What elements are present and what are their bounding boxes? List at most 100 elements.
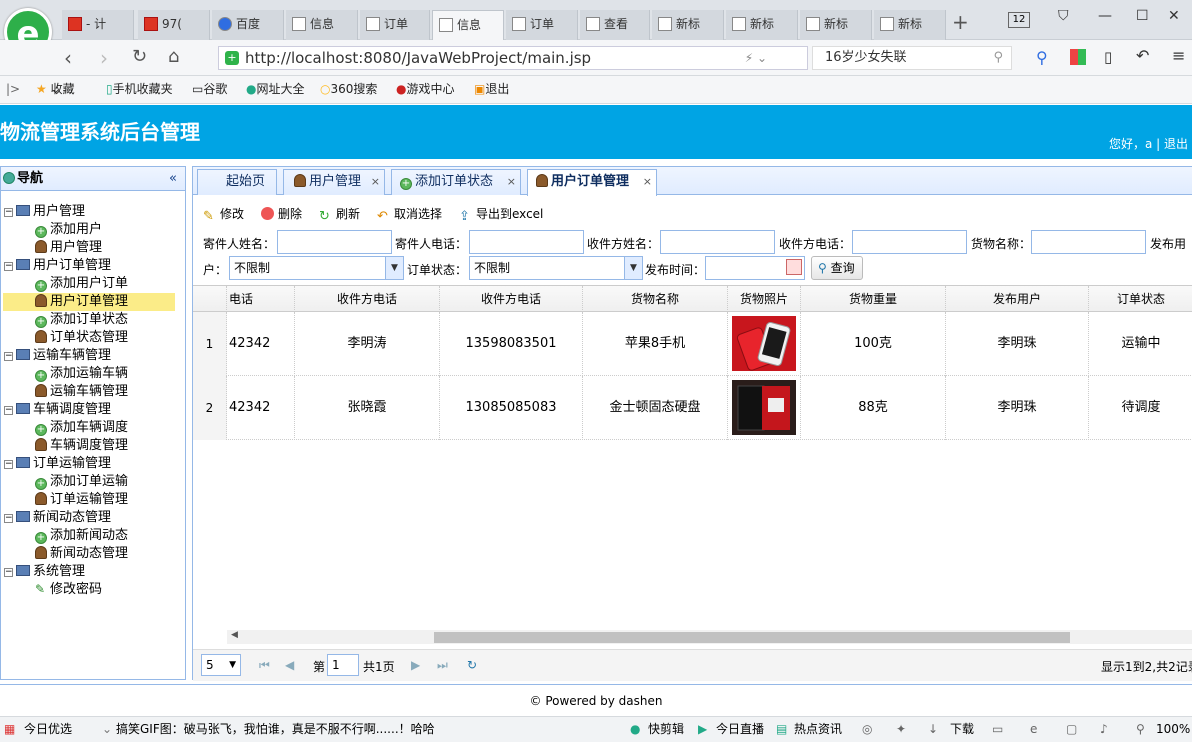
search-icon[interactable]: ⚲: [993, 47, 1003, 69]
horizontal-scrollbar[interactable]: ◀: [227, 630, 1192, 644]
refresh-button[interactable]: ↻ 刷新: [319, 205, 360, 223]
collapse-icon[interactable]: «: [169, 167, 177, 190]
nav-group-system[interactable]: − 系统管理: [4, 563, 85, 581]
nav-item-order-manage[interactable]: 用户订单管理: [3, 293, 175, 311]
undo-icon[interactable]: ↶: [1136, 46, 1149, 65]
close-tab-icon[interactable]: ×: [371, 170, 380, 194]
bookmark-mobile[interactable]: ▯ 手机收藏夹: [106, 76, 173, 103]
browser-tab[interactable]: 新标: [800, 10, 872, 40]
cancel-selection-button[interactable]: ↶ 取消选择: [377, 205, 442, 223]
scroll-left-icon[interactable]: ◀: [231, 630, 238, 640]
goods-name-input[interactable]: [1031, 230, 1146, 254]
phone-icon[interactable]: ▯: [1104, 48, 1112, 66]
nav-item-add-vehicle[interactable]: + 添加运输车辆: [35, 365, 128, 383]
close-tab-icon[interactable]: ×: [507, 170, 516, 194]
first-page-icon[interactable]: ⏮: [259, 658, 270, 673]
screen-icon[interactable]: ▢: [1066, 717, 1077, 741]
search-go-icon[interactable]: ⚲: [1036, 48, 1048, 67]
table-row[interactable]: 1 42342 李明涛 13598083501 苹果8手机 100克 李明珠 运…: [193, 312, 1192, 376]
bookmark-sites[interactable]: ● 网址大全: [246, 76, 305, 103]
lightning-icon[interactable]: ⚡ ⌄: [745, 47, 767, 69]
forward-icon[interactable]: ›: [100, 46, 108, 70]
nav-item-transport-manage[interactable]: 订单运输管理: [35, 491, 128, 509]
status-live[interactable]: 今日直播: [716, 717, 764, 741]
window-icon[interactable]: ▭: [992, 717, 1003, 741]
nav-item-dispatch-manage[interactable]: 车辆调度管理: [35, 437, 128, 455]
browser-tab[interactable]: 新标: [652, 10, 724, 40]
nav-item-user-manage[interactable]: 用户管理: [35, 239, 102, 257]
browser-tab[interactable]: 订单: [506, 10, 578, 40]
shirt-icon[interactable]: ⛉: [1058, 8, 1069, 24]
refresh-icon[interactable]: ↻: [467, 658, 477, 672]
status-quick-edit[interactable]: 快剪辑: [648, 717, 684, 741]
page-size-select[interactable]: 5 ▼: [201, 654, 241, 676]
calendar-icon[interactable]: [786, 259, 802, 275]
sender-phone-input[interactable]: [469, 230, 584, 254]
receiver-name-input[interactable]: [660, 230, 775, 254]
close-tab-icon[interactable]: ×: [643, 170, 652, 194]
scrollbar-thumb[interactable]: [434, 632, 1070, 643]
nav-item-add-transport[interactable]: + 添加订单运输: [35, 473, 128, 491]
col-goods-photo[interactable]: 货物照片: [728, 286, 801, 312]
reload-icon[interactable]: ↻: [132, 46, 147, 67]
bookmark-games[interactable]: ● 游戏中心: [396, 76, 455, 103]
tab-count-badge[interactable]: 12: [1008, 12, 1030, 28]
prev-page-icon[interactable]: ◀: [285, 658, 294, 672]
table-row[interactable]: 2 42342 张晓霞 13085085083 金士顿固态硬盘 88克 李明珠 …: [193, 376, 1192, 440]
tab-home[interactable]: 起始页: [197, 169, 277, 195]
volume-icon[interactable]: ♪: [1100, 717, 1108, 741]
browser-tab[interactable]: - 计: [62, 10, 134, 40]
query-button[interactable]: ⚲ 查询: [811, 256, 863, 280]
bookmark-google[interactable]: ▭ 谷歌: [192, 76, 227, 103]
nav-item-add-user[interactable]: + 添加用户: [35, 221, 102, 239]
nav-item-change-password[interactable]: ✎ 修改密码: [35, 581, 102, 599]
last-page-icon[interactable]: ⏭: [437, 658, 448, 673]
receiver-phone-input[interactable]: [852, 230, 967, 254]
nav-item-vehicle-manage[interactable]: 运输车辆管理: [35, 383, 128, 401]
browser-tab[interactable]: 新标: [726, 10, 798, 40]
sidebar-toggle-icon[interactable]: |>: [6, 76, 20, 103]
nav-item-add-order-status[interactable]: + 添加订单状态: [35, 311, 128, 329]
back-icon[interactable]: ‹: [64, 46, 72, 70]
tab-order-manage[interactable]: 用户订单管理 ×: [527, 169, 657, 196]
browser-tab[interactable]: 百度: [212, 10, 284, 40]
status-hot-news[interactable]: 热点资讯: [794, 717, 842, 741]
publisher-select[interactable]: 不限制 ▼: [229, 256, 404, 280]
col-sender-phone[interactable]: 电话: [227, 286, 295, 312]
nav-group-order[interactable]: − 用户订单管理: [4, 257, 111, 275]
user-greeting[interactable]: 您好，a | 退出: [1109, 135, 1188, 152]
speed-icon[interactable]: ◎: [862, 717, 872, 741]
goods-photo-phone[interactable]: [732, 316, 796, 371]
nav-group-news[interactable]: − 新闻动态管理: [4, 509, 111, 527]
bookmark-360[interactable]: ○ 360搜索: [320, 76, 377, 103]
nav-group-dispatch[interactable]: − 车辆调度管理: [4, 401, 111, 419]
status-today-picks[interactable]: 今日优选: [24, 717, 72, 741]
new-tab-icon[interactable]: +: [952, 10, 969, 34]
order-status-select[interactable]: 不限制 ▼: [469, 256, 643, 280]
close-icon[interactable]: ✕: [1168, 8, 1180, 24]
nav-group-user[interactable]: − 用户管理: [4, 203, 85, 221]
browser-tab-active[interactable]: 信息: [432, 10, 504, 40]
browser-tab[interactable]: 订单: [360, 10, 430, 40]
browser-tab[interactable]: 97(: [138, 10, 210, 40]
nav-item-add-order[interactable]: + 添加用户订单: [35, 275, 128, 293]
col-receiver-name[interactable]: 收件方电话: [295, 286, 440, 312]
home-icon[interactable]: ⌂: [168, 46, 179, 67]
page-number-input[interactable]: 1: [327, 654, 359, 676]
sender-name-input[interactable]: [277, 230, 392, 254]
zoom-level[interactable]: 100%: [1156, 717, 1190, 741]
ie-icon[interactable]: e: [1030, 717, 1037, 741]
nav-item-order-status-manage[interactable]: 订单状态管理: [35, 329, 128, 347]
next-page-icon[interactable]: ▶: [411, 658, 420, 672]
tab-add-order-status[interactable]: + 添加订单状态 ×: [391, 169, 521, 195]
col-goods-weight[interactable]: 货物重量: [801, 286, 946, 312]
col-publisher[interactable]: 发布用户: [946, 286, 1089, 312]
pin-icon[interactable]: ✦: [896, 717, 906, 741]
nav-group-vehicle[interactable]: − 运输车辆管理: [4, 347, 111, 365]
minimize-icon[interactable]: —: [1098, 8, 1112, 24]
browser-tab[interactable]: 新标: [874, 10, 946, 40]
tab-user-manage[interactable]: 用户管理 ×: [283, 169, 385, 195]
nav-item-news-manage[interactable]: 新闻动态管理: [35, 545, 128, 563]
status-news-ticker[interactable]: 搞笑GIF图：破马张飞，我怕谁，真是不服不行啊......！哈哈: [116, 717, 435, 741]
delete-button[interactable]: 删除: [261, 205, 302, 222]
